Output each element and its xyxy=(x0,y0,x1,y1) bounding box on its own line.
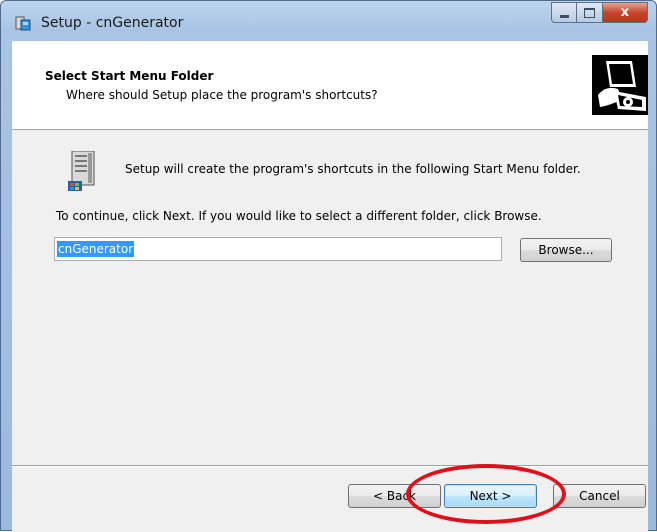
caption-buttons: x xyxy=(551,2,648,24)
close-icon: x xyxy=(620,5,630,20)
setup-computer-logo-icon xyxy=(592,55,648,115)
back-button[interactable]: < Back xyxy=(348,484,441,508)
page-subtitle: Where should Setup place the program's s… xyxy=(66,88,378,102)
window-title: Setup - cnGenerator xyxy=(41,15,184,31)
cancel-button[interactable]: Cancel xyxy=(553,484,646,508)
wizard-client-area: Select Start Menu Folder Where should Se… xyxy=(12,41,648,532)
maximize-icon xyxy=(584,7,595,18)
start-menu-folder-input[interactable]: cnGenerator xyxy=(54,237,502,261)
setup-app-icon xyxy=(15,16,31,31)
next-button[interactable]: Next > xyxy=(444,484,537,508)
minimize-icon xyxy=(559,15,569,18)
footer-divider xyxy=(12,465,648,467)
instruction-text: To continue, click Next. If you would li… xyxy=(56,209,542,223)
close-button[interactable]: x xyxy=(603,2,648,23)
minimize-button[interactable] xyxy=(551,2,577,23)
title-bar[interactable]: Setup - cnGenerator x xyxy=(1,1,656,41)
setup-window: Setup - cnGenerator x Select Start Menu … xyxy=(0,0,657,532)
folder-input-value: cnGenerator xyxy=(57,241,135,257)
start-menu-folder-icon xyxy=(68,151,95,191)
wizard-header: Select Start Menu Folder Where should Se… xyxy=(12,41,648,130)
page-title: Select Start Menu Folder xyxy=(45,69,214,83)
browse-button[interactable]: Browse... xyxy=(520,238,612,262)
maximize-button[interactable] xyxy=(577,2,603,23)
info-text: Setup will create the program's shortcut… xyxy=(125,162,581,176)
